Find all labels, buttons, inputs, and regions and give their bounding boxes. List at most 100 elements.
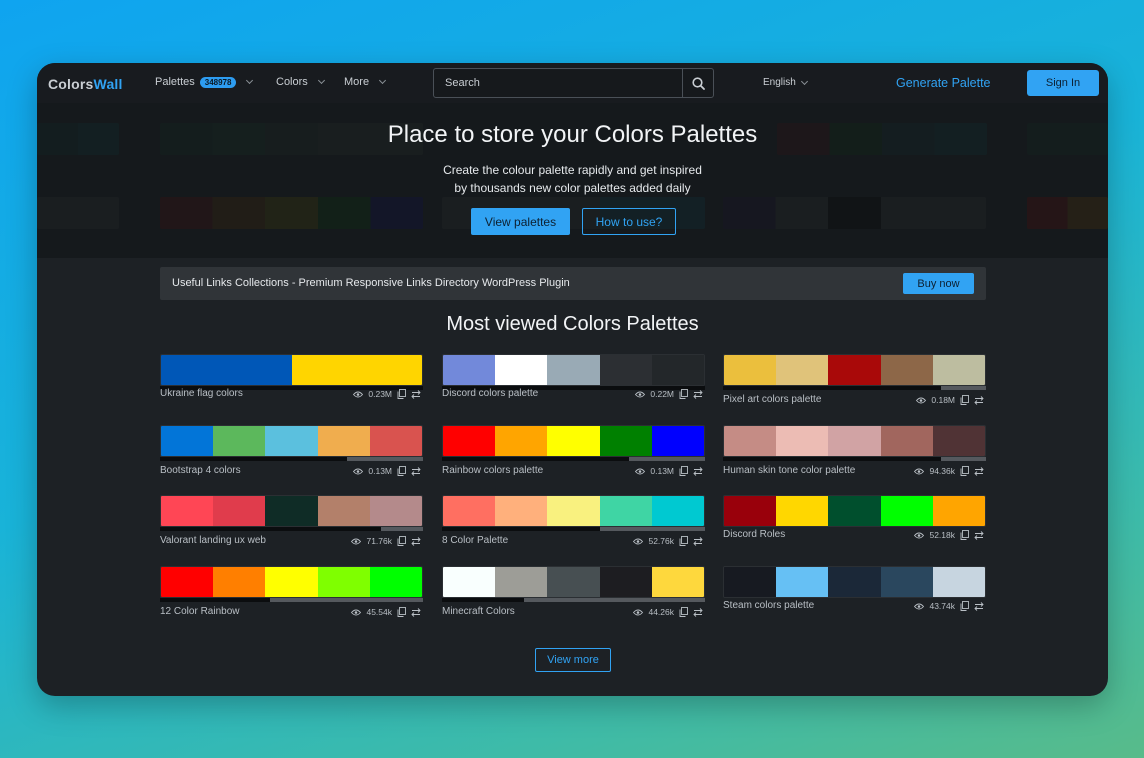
nav-palettes-menu[interactable]: Palettes 348978	[155, 76, 254, 88]
color-swatch[interactable]	[599, 567, 652, 597]
color-swatch[interactable]	[495, 496, 548, 526]
swap-icon[interactable]	[974, 395, 984, 405]
swap-icon[interactable]	[411, 466, 421, 476]
color-swatch[interactable]	[599, 496, 652, 526]
color-swatch[interactable]	[213, 426, 266, 456]
color-swatch[interactable]	[443, 355, 496, 385]
swap-icon[interactable]	[411, 389, 421, 399]
swap-icon[interactable]	[693, 536, 703, 546]
color-swatch[interactable]	[776, 567, 829, 597]
copy-icon[interactable]	[679, 607, 688, 617]
palette-swatches[interactable]	[160, 354, 423, 386]
ad-text[interactable]: Useful Links Collections - Premium Respo…	[172, 277, 570, 289]
site-logo[interactable]: ColorsWall	[48, 76, 123, 92]
palette-name[interactable]: Pixel art colors palette	[723, 394, 821, 405]
palette-name[interactable]: Minecraft Colors	[442, 606, 515, 617]
color-swatch[interactable]	[547, 355, 600, 385]
swap-icon[interactable]	[974, 530, 984, 540]
palette-name[interactable]: Steam colors palette	[723, 600, 814, 611]
palette-swatches[interactable]	[160, 495, 423, 527]
search-input[interactable]	[434, 69, 684, 97]
palette-swatches[interactable]	[442, 495, 705, 527]
copy-icon[interactable]	[397, 536, 406, 546]
swap-icon[interactable]	[693, 389, 703, 399]
copy-icon[interactable]	[960, 530, 969, 540]
palette-card[interactable]: Bootstrap 4 colors 0.13M	[160, 425, 423, 487]
nav-more-menu[interactable]: More	[344, 76, 387, 88]
color-swatch[interactable]	[599, 355, 652, 385]
copy-icon[interactable]	[679, 389, 688, 399]
color-swatch[interactable]	[369, 426, 422, 456]
copy-icon[interactable]	[397, 466, 406, 476]
color-swatch[interactable]	[213, 496, 266, 526]
palette-swatches[interactable]	[442, 566, 705, 598]
palette-card[interactable]: Pixel art colors palette 0.18M	[723, 354, 986, 416]
color-swatch[interactable]	[161, 355, 292, 385]
color-swatch[interactable]	[213, 567, 266, 597]
swap-icon[interactable]	[411, 536, 421, 546]
color-swatch[interactable]	[880, 496, 933, 526]
search-button[interactable]	[682, 69, 713, 97]
color-swatch[interactable]	[495, 567, 548, 597]
palette-swatches[interactable]	[160, 425, 423, 457]
color-swatch[interactable]	[651, 426, 704, 456]
color-swatch[interactable]	[724, 355, 777, 385]
color-swatch[interactable]	[828, 496, 881, 526]
palette-card[interactable]: Discord colors palette 0.22M	[442, 354, 705, 416]
color-swatch[interactable]	[317, 496, 370, 526]
color-swatch[interactable]	[828, 426, 881, 456]
copy-icon[interactable]	[960, 395, 969, 405]
palette-name[interactable]: Human skin tone color palette	[723, 465, 855, 476]
color-swatch[interactable]	[828, 355, 881, 385]
buy-now-button[interactable]: Buy now	[903, 273, 974, 294]
view-palettes-button[interactable]: View palettes	[471, 208, 570, 235]
color-swatch[interactable]	[443, 496, 496, 526]
palette-name[interactable]: Bootstrap 4 colors	[160, 465, 241, 476]
color-swatch[interactable]	[161, 426, 214, 456]
color-swatch[interactable]	[651, 355, 704, 385]
language-selector[interactable]: English	[763, 77, 808, 88]
swap-icon[interactable]	[693, 607, 703, 617]
color-swatch[interactable]	[161, 496, 214, 526]
palette-name[interactable]: Ukraine flag colors	[160, 388, 243, 399]
palette-name[interactable]: Discord Roles	[723, 529, 785, 540]
color-swatch[interactable]	[651, 496, 704, 526]
palette-card[interactable]: Discord Roles 52.18k	[723, 495, 986, 557]
color-swatch[interactable]	[369, 496, 422, 526]
color-swatch[interactable]	[724, 496, 777, 526]
palette-swatches[interactable]	[723, 425, 986, 457]
palette-swatches[interactable]	[723, 495, 986, 527]
palette-swatches[interactable]	[160, 566, 423, 598]
color-swatch[interactable]	[369, 567, 422, 597]
nav-colors-menu[interactable]: Colors	[276, 76, 325, 88]
color-swatch[interactable]	[880, 426, 933, 456]
color-swatch[interactable]	[880, 567, 933, 597]
swap-icon[interactable]	[974, 466, 984, 476]
color-swatch[interactable]	[495, 426, 548, 456]
color-swatch[interactable]	[776, 496, 829, 526]
copy-icon[interactable]	[679, 536, 688, 546]
copy-icon[interactable]	[960, 601, 969, 611]
color-swatch[interactable]	[495, 355, 548, 385]
color-swatch[interactable]	[547, 567, 600, 597]
color-swatch[interactable]	[724, 426, 777, 456]
copy-icon[interactable]	[397, 389, 406, 399]
copy-icon[interactable]	[960, 466, 969, 476]
color-swatch[interactable]	[443, 426, 496, 456]
palette-card[interactable]: Steam colors palette 43.74k	[723, 566, 986, 628]
palette-swatches[interactable]	[723, 566, 986, 598]
palette-name[interactable]: Valorant landing ux web	[160, 535, 266, 546]
swap-icon[interactable]	[693, 466, 703, 476]
color-swatch[interactable]	[932, 496, 985, 526]
palette-swatches[interactable]	[442, 425, 705, 457]
color-swatch[interactable]	[724, 567, 777, 597]
copy-icon[interactable]	[397, 607, 406, 617]
color-swatch[interactable]	[161, 567, 214, 597]
palette-swatches[interactable]	[442, 354, 705, 386]
color-swatch[interactable]	[776, 355, 829, 385]
color-swatch[interactable]	[547, 496, 600, 526]
swap-icon[interactable]	[411, 607, 421, 617]
color-swatch[interactable]	[317, 426, 370, 456]
color-swatch[interactable]	[317, 567, 370, 597]
swap-icon[interactable]	[974, 601, 984, 611]
